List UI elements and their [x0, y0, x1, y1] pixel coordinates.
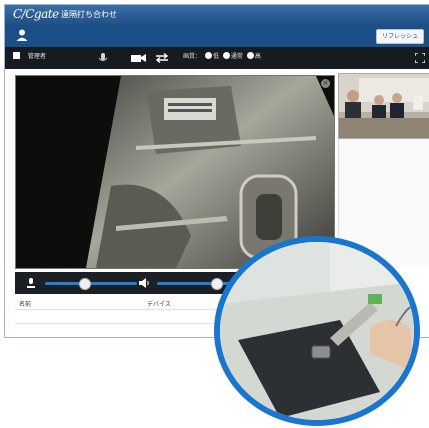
- quality-label: 画質：: [183, 53, 202, 60]
- handheld-microscope-photo: [220, 242, 414, 420]
- app-title: 遠隔打ち合わせ: [61, 10, 117, 19]
- user-icon[interactable]: [15, 28, 29, 42]
- camera-icon[interactable]: [131, 53, 147, 63]
- quality-selector: 画質： 低 通常 高: [183, 52, 261, 62]
- quality-option-normal[interactable]: 通常: [231, 53, 243, 60]
- user-bar: リフレッシュ: [5, 25, 429, 47]
- radio-icon[interactable]: [222, 52, 230, 59]
- admin-checkbox[interactable]: 管理者: [13, 52, 46, 62]
- toolbar: 管理者 画質： 低 通常 高: [5, 47, 429, 69]
- quality-option-low[interactable]: 低: [213, 53, 219, 60]
- checkbox-icon[interactable]: [13, 52, 20, 59]
- camera-inset-photo: [214, 236, 420, 426]
- radio-icon[interactable]: [204, 52, 212, 59]
- mic-volume-slider[interactable]: [45, 282, 137, 285]
- mic-icon[interactable]: [97, 52, 109, 64]
- close-icon[interactable]: ×: [321, 79, 330, 88]
- admin-label: 管理者: [27, 53, 46, 60]
- refresh-button[interactable]: リフレッシュ: [375, 29, 424, 44]
- column-header-name: 名前: [19, 301, 32, 308]
- quality-option-high[interactable]: 高: [255, 53, 261, 60]
- app-logo: C/Cgate: [13, 7, 59, 21]
- meeting-room-image: [339, 74, 429, 138]
- speaker-volume-handle[interactable]: [211, 278, 223, 290]
- fullscreen-icon[interactable]: [415, 53, 425, 63]
- column-header-device: デバイス: [147, 301, 171, 308]
- radio-icon[interactable]: [246, 52, 254, 59]
- mic-volume-icon[interactable]: [25, 277, 37, 289]
- switch-icon[interactable]: [155, 53, 169, 63]
- mic-volume-handle[interactable]: [79, 278, 91, 290]
- title-bar: C/Cgate 遠隔打ち合わせ: [5, 5, 429, 25]
- remote-participant-video: [338, 73, 429, 139]
- speaker-icon[interactable]: [138, 277, 150, 289]
